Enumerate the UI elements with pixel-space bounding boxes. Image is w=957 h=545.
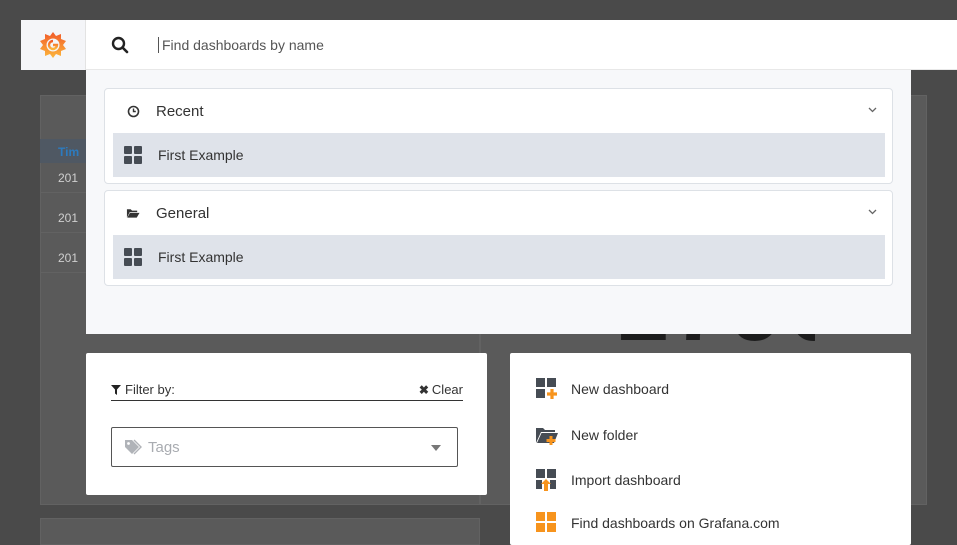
filter-panel: Filter by: ✖ Clear Tags (86, 353, 487, 495)
filter-row: Filter by: ✖ Clear (111, 379, 463, 401)
list-item-label: First Example (158, 147, 244, 163)
grafana-logo[interactable] (21, 20, 86, 70)
background-table-row: 201 (40, 243, 88, 273)
action-label: New folder (571, 427, 638, 443)
background-table-header: Tim (40, 139, 88, 163)
dashboard-grid-icon (124, 248, 142, 266)
action-label: Find dashboards on Grafana.com (571, 515, 780, 531)
action-label: New dashboard (571, 381, 670, 397)
filter-by-label: Filter by: (111, 382, 175, 397)
section-general: General First Example (104, 190, 893, 286)
folder-open-icon (126, 206, 140, 220)
tag-icon (124, 439, 142, 455)
background-panel-bottom (40, 518, 480, 545)
new-dashboard-button[interactable]: New dashboard (535, 377, 669, 401)
grafana-logo-icon (40, 32, 66, 58)
search-bar (86, 20, 957, 70)
actions-panel: New dashboard New folder Import dashboar… (510, 353, 911, 545)
grafana-com-icon (535, 511, 559, 535)
search-input[interactable] (158, 36, 558, 53)
list-item[interactable]: First Example (113, 133, 885, 177)
section-title: Recent (156, 102, 204, 120)
new-folder-button[interactable]: New folder (535, 423, 638, 447)
chevron-down-icon[interactable] (867, 105, 877, 115)
filter-by-text: Filter by: (125, 382, 175, 397)
clock-icon (126, 104, 140, 118)
new-folder-icon (535, 423, 559, 447)
find-dashboards-grafana-com-link[interactable]: Find dashboards on Grafana.com (535, 511, 780, 535)
search-icon (110, 35, 130, 55)
action-label: Import dashboard (571, 472, 681, 488)
section-recent-header[interactable]: Recent (105, 89, 892, 133)
import-dashboard-button[interactable]: Import dashboard (535, 468, 681, 492)
section-recent: Recent First Example (104, 88, 893, 184)
clear-label: Clear (431, 382, 463, 397)
import-dashboard-icon (535, 468, 559, 492)
background-table-row: 201 (40, 203, 88, 233)
caret-down-icon (431, 445, 441, 451)
section-general-header[interactable]: General (105, 191, 892, 235)
dashboard-grid-icon (124, 146, 142, 164)
close-icon: ✖ (418, 382, 429, 397)
list-item[interactable]: First Example (113, 235, 885, 279)
search-results-panel: Recent First Example General First Examp… (86, 70, 911, 334)
chevron-down-icon[interactable] (867, 207, 877, 217)
new-dashboard-icon (535, 377, 559, 401)
tags-placeholder: Tags (148, 438, 180, 456)
list-item-label: First Example (158, 249, 244, 265)
filter-icon (111, 384, 121, 395)
section-title: General (156, 204, 210, 222)
background-table-row: 201 (40, 163, 88, 193)
tags-select[interactable]: Tags (111, 427, 458, 467)
clear-button[interactable]: ✖ Clear (419, 382, 463, 397)
